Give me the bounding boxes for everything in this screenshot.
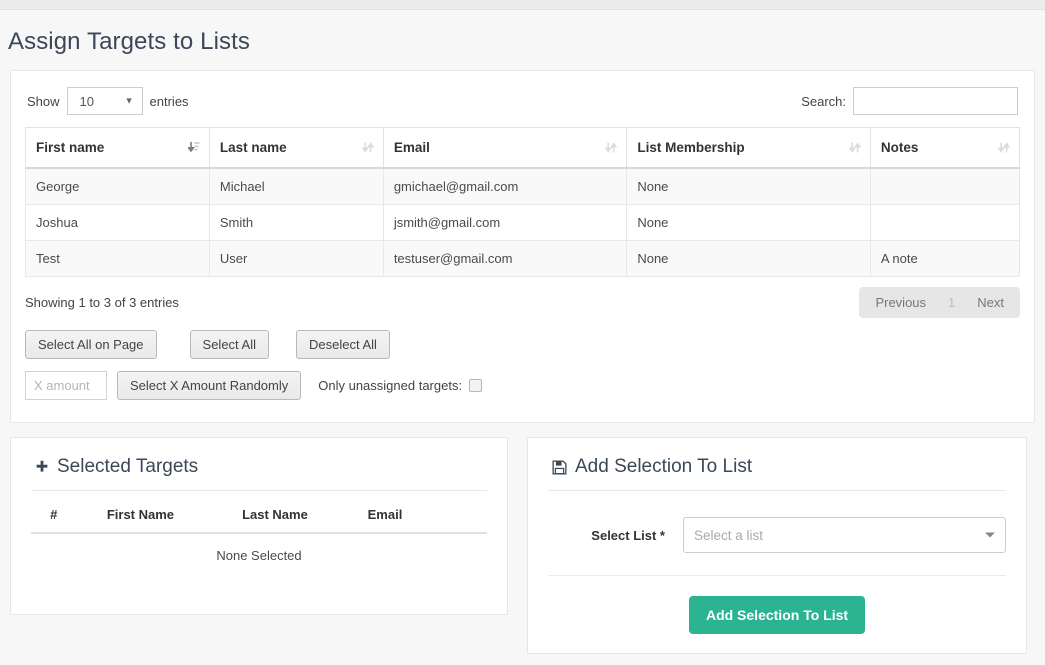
length-label-after: entries [149, 93, 189, 109]
cell-first-name: George [25, 167, 210, 205]
sort-none-icon [361, 141, 374, 153]
select-list-label: Select List * [591, 527, 665, 543]
selected-targets-table: # First Name Last Name Email None Select… [31, 497, 487, 563]
select-all-on-page-button[interactable]: Select All on Page [25, 330, 157, 359]
divider [548, 490, 1006, 491]
select-all-button[interactable]: Select All [189, 330, 270, 359]
entries-per-page-select[interactable]: 10 ▼ [66, 87, 143, 115]
cell-first-name: Joshua [25, 204, 210, 241]
selected-header-row: # First Name Last Name Email [31, 497, 487, 534]
cell-email: testuser@gmail.com [382, 240, 628, 277]
add-selection-title: Add Selection To List [552, 456, 1006, 478]
length-label-before: Show [27, 93, 60, 109]
cell-last-name: Smith [208, 204, 384, 241]
search-input[interactable] [853, 87, 1018, 115]
sort-none-icon [848, 141, 861, 153]
selected-empty-text: None Selected [216, 548, 302, 563]
column-label: Last name [219, 140, 287, 155]
bottom-panels: Selected Targets # First Name Last Name … [10, 437, 1035, 654]
table-row[interactable]: Test User testuser@gmail.com None A note [25, 240, 1021, 277]
column-label: Notes [880, 140, 919, 155]
column-header-last-name[interactable]: Last name [208, 127, 384, 169]
selected-targets-title: Selected Targets [35, 456, 487, 478]
table-controls: Show 10 ▼ entries Search: [25, 87, 1020, 115]
bulk-select-buttons: Select All on Page Select All Deselect A… [25, 330, 1020, 359]
cell-list-membership: None [626, 204, 871, 241]
panel-title-text: Add Selection To List [575, 456, 753, 477]
length-control: Show 10 ▼ entries [27, 87, 189, 115]
divider [31, 490, 487, 491]
table-header-row: First name Last name Email List Membersh… [25, 127, 1021, 169]
selected-column-last-name: Last Name [204, 497, 346, 534]
x-amount-input[interactable] [25, 371, 107, 400]
chevron-down-icon: ▼ [124, 95, 134, 106]
column-header-first-name[interactable]: First name [25, 127, 210, 169]
selected-empty-row: None Selected [31, 533, 487, 563]
table-footer: Showing 1 to 3 of 3 entries Previous 1 N… [25, 287, 1020, 318]
selected-column-email: Email [345, 497, 487, 534]
table-row[interactable]: George Michael gmichael@gmail.com None [25, 167, 1021, 205]
cell-email: jsmith@gmail.com [382, 204, 628, 241]
targets-table: First name Last name Email List Membersh… [25, 127, 1021, 277]
top-bar [0, 0, 1045, 10]
cell-notes [869, 204, 1021, 241]
plus-icon [35, 460, 49, 474]
cell-last-name: User [208, 240, 384, 277]
selected-column-first-name: First Name [76, 497, 205, 534]
column-header-list-membership[interactable]: List Membership [626, 127, 871, 169]
column-label: Email [393, 140, 430, 155]
only-unassigned-control: Only unassigned targets: [318, 376, 485, 395]
cell-list-membership: None [626, 240, 871, 277]
select-x-randomly-button[interactable]: Select X Amount Randomly [117, 371, 302, 400]
column-label: First name [36, 140, 105, 155]
add-selection-to-list-button[interactable]: Add Selection To List [688, 596, 866, 634]
selected-targets-panel: Selected Targets # First Name Last Name … [10, 437, 508, 615]
table-row[interactable]: Joshua Smith jsmith@gmail.com None [25, 204, 1021, 241]
select-list-dropdown[interactable]: Select a list [683, 517, 1006, 553]
cell-first-name: Test [25, 240, 210, 277]
random-select-row: Select X Amount Randomly Only unassigned… [25, 371, 1020, 400]
pagination-page-1[interactable]: 1 [938, 292, 965, 313]
column-header-email[interactable]: Email [382, 127, 628, 169]
entries-per-page-value: 10 [79, 93, 94, 109]
select-list-row: Select List * Select a list [548, 517, 1006, 553]
select-list-placeholder: Select a list [694, 527, 764, 543]
table-info: Showing 1 to 3 of 3 entries [25, 295, 179, 310]
save-icon [552, 459, 567, 475]
only-unassigned-label: Only unassigned targets: [318, 378, 463, 393]
pagination-next[interactable]: Next [965, 292, 1016, 313]
sort-asc-icon [187, 141, 200, 152]
add-selection-panel: Add Selection To List Select List * Sele… [527, 437, 1027, 654]
sort-none-icon [998, 141, 1010, 153]
column-header-notes[interactable]: Notes [869, 127, 1021, 169]
page-title: Assign Targets to Lists [8, 28, 250, 55]
cell-list-membership: None [626, 167, 871, 205]
deselect-all-button[interactable]: Deselect All [296, 330, 390, 359]
selected-column-index: # [31, 497, 77, 534]
search-control: Search: [801, 87, 1018, 115]
cell-email: gmichael@gmail.com [382, 167, 628, 205]
only-unassigned-checkbox[interactable] [469, 379, 483, 392]
panel-title-text: Selected Targets [57, 456, 199, 477]
targets-table-card: Show 10 ▼ entries Search: First name Las… [10, 70, 1035, 423]
sort-none-icon [605, 141, 618, 153]
cell-notes [869, 167, 1021, 205]
divider [548, 575, 1006, 576]
submit-row: Add Selection To List [548, 596, 1006, 634]
column-label: List Membership [637, 140, 745, 155]
pagination-previous[interactable]: Previous [863, 292, 938, 313]
cell-last-name: Michael [208, 167, 384, 205]
chevron-down-icon [985, 532, 995, 538]
pagination: Previous 1 Next [859, 287, 1020, 318]
cell-notes: A note [869, 240, 1021, 277]
search-label: Search: [801, 93, 846, 109]
